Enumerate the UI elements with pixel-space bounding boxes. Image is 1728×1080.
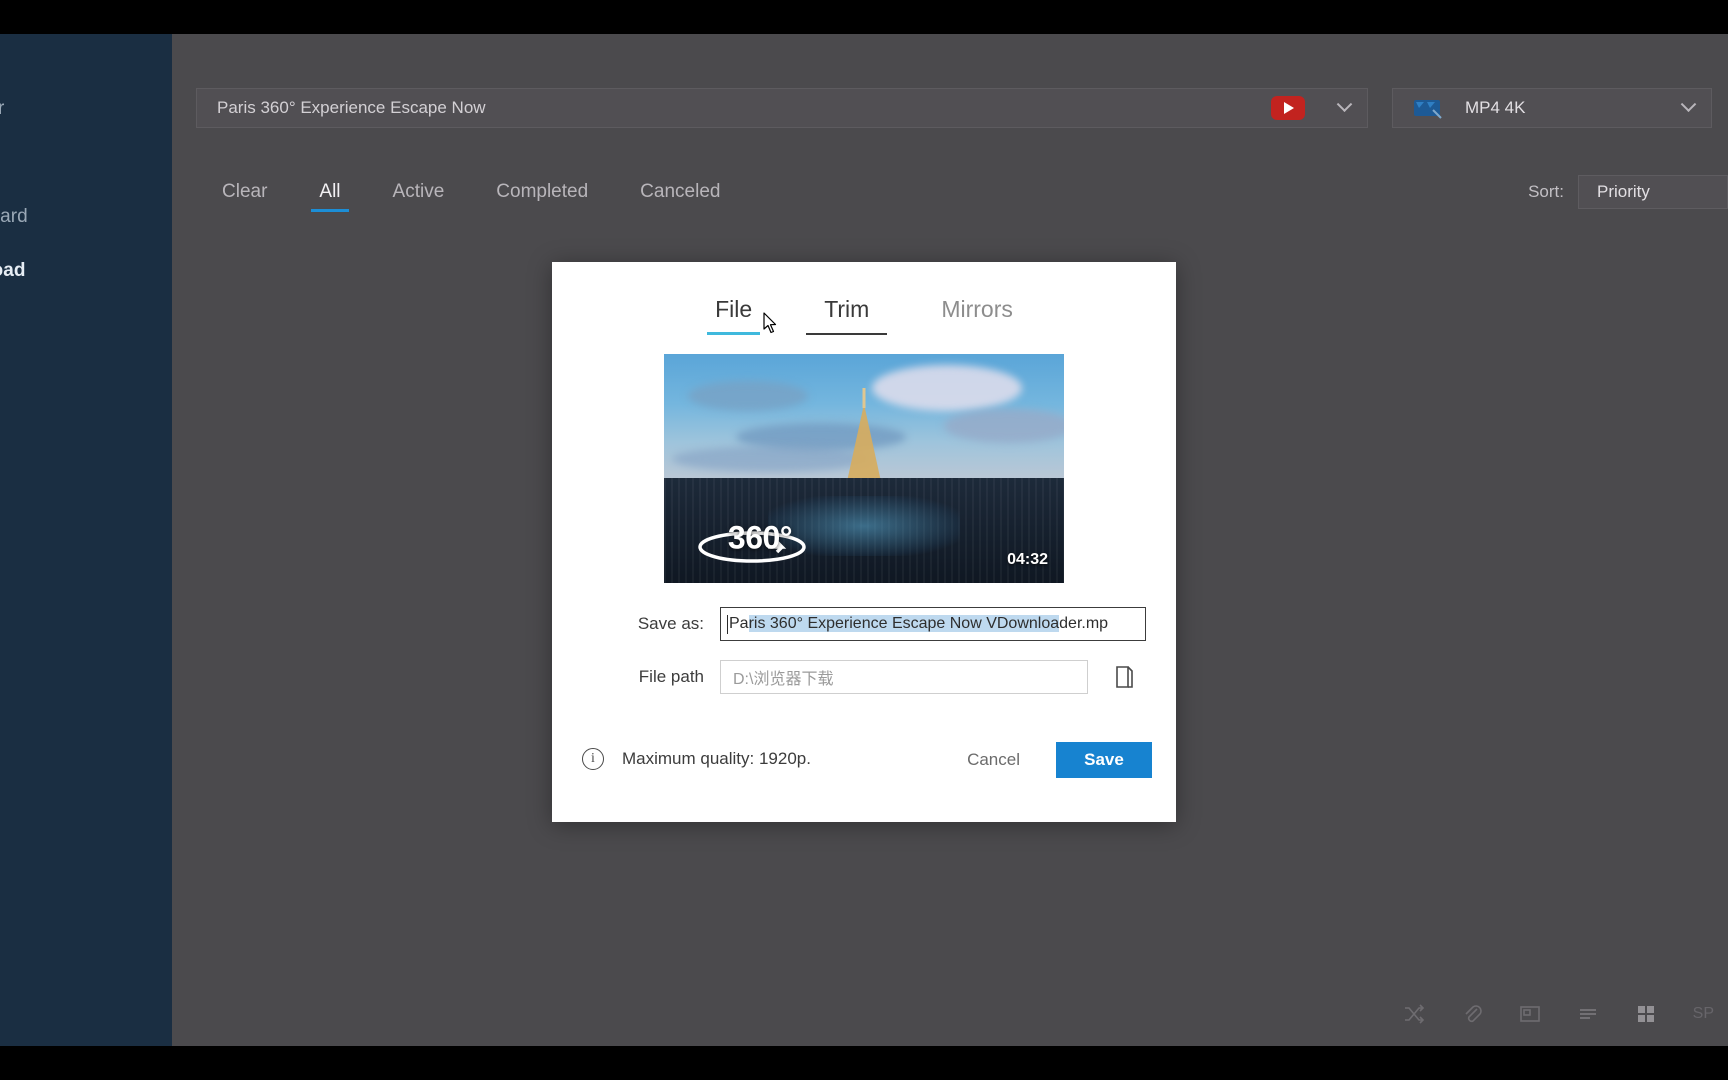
filter-tab-canceled[interactable]: Canceled bbox=[614, 166, 746, 218]
sidebar-item-browser[interactable]: Browser bbox=[0, 82, 172, 136]
file-path-input[interactable]: D:\浏览器下载 bbox=[720, 660, 1088, 694]
download-toolbar: Paris 360° Experience Escape Now MP4 4K bbox=[172, 88, 1728, 134]
sort-select[interactable]: Priority bbox=[1578, 175, 1728, 209]
screen: Browser Search Dashboard Download Feeds … bbox=[0, 0, 1728, 1080]
save-as-value: Paris 360° Experience Escape Now VDownlo… bbox=[729, 615, 1108, 633]
film-icon bbox=[1413, 96, 1443, 120]
sort-label: Sort: bbox=[1528, 182, 1564, 201]
sidebar-item-history[interactable]: History bbox=[0, 406, 172, 460]
filter-tab-label: All bbox=[319, 181, 341, 202]
dialog-tab-label: File bbox=[715, 296, 753, 322]
save-as-label: Save as: bbox=[637, 614, 704, 633]
app-window: Browser Search Dashboard Download Feeds … bbox=[0, 34, 1728, 1046]
source-dropdown-button[interactable] bbox=[1321, 88, 1367, 128]
sidebar-item-store[interactable]: Store bbox=[0, 352, 172, 406]
filter-bar: Clear All Active Completed Canceled Sort… bbox=[172, 166, 1728, 218]
save-as-row: Save as: Paris 360° Experience Escape No… bbox=[586, 607, 1146, 641]
quality-info-text: Maximum quality: 1920p. bbox=[622, 749, 811, 768]
filter-tab-active[interactable]: Active bbox=[367, 166, 471, 218]
dialog-tab-file[interactable]: File bbox=[707, 292, 761, 335]
video-thumbnail: 360° 04:32 bbox=[664, 354, 1064, 583]
paperclip-icon[interactable] bbox=[1455, 997, 1489, 1031]
360-badge-label: 360° bbox=[727, 519, 793, 556]
sidebar-item-download[interactable]: Download bbox=[0, 244, 172, 298]
sidebar-item-feeds[interactable]: Feeds bbox=[0, 298, 172, 352]
filter-tab-completed[interactable]: Completed bbox=[470, 166, 614, 218]
sort-control: Sort: Priority bbox=[1528, 166, 1728, 218]
file-path-label: File path bbox=[638, 667, 704, 686]
sidebar-item-label: Dashboard bbox=[0, 206, 28, 227]
save-as-input[interactable]: Paris 360° Experience Escape Now VDownlo… bbox=[720, 607, 1146, 641]
file-path-row: File path D:\浏览器下载 bbox=[586, 660, 1146, 694]
card-view-icon[interactable] bbox=[1513, 997, 1547, 1031]
list-view-icon[interactable] bbox=[1571, 997, 1605, 1031]
youtube-icon bbox=[1271, 96, 1305, 120]
file-path-placeholder: D:\浏览器下载 bbox=[733, 671, 834, 688]
filter-tab-clear[interactable]: Clear bbox=[196, 166, 293, 218]
save-as-value-prefix: Pa bbox=[729, 615, 749, 632]
grid-view-icon[interactable] bbox=[1629, 997, 1663, 1031]
sidebar-item-label: Browser bbox=[0, 98, 5, 119]
sidebar-items: Browser Search Dashboard Download Feeds … bbox=[0, 82, 172, 460]
dialog-tab-trim[interactable]: Trim bbox=[806, 292, 888, 335]
save-file-dialog: File Trim Mirrors 360° 04:32 Save as: Pa… bbox=[552, 262, 1176, 822]
dialog-tabs: File Trim Mirrors bbox=[552, 262, 1176, 335]
filter-tabs: Clear All Active Completed Canceled bbox=[196, 166, 746, 218]
filter-tab-label: Completed bbox=[496, 181, 589, 202]
status-bar: SP bbox=[172, 982, 1728, 1046]
url-input-group[interactable]: Paris 360° Experience Escape Now bbox=[196, 88, 1368, 128]
sidebar-item-dashboard[interactable]: Dashboard bbox=[0, 190, 172, 244]
format-value: MP4 4K bbox=[1465, 98, 1526, 117]
quality-info: i Maximum quality: 1920p. bbox=[582, 748, 811, 770]
save-button[interactable]: Save bbox=[1056, 742, 1152, 778]
filter-tab-label: Active bbox=[392, 181, 445, 202]
cancel-button[interactable]: Cancel bbox=[959, 740, 1028, 780]
dialog-tab-label: Mirrors bbox=[941, 296, 1013, 322]
url-input[interactable]: Paris 360° Experience Escape Now bbox=[197, 98, 1271, 118]
360-badge: 360° bbox=[690, 511, 830, 567]
dialog-footer: i Maximum quality: 1920p. Cancel Save bbox=[552, 712, 1176, 822]
dialog-tab-mirrors[interactable]: Mirrors bbox=[933, 292, 1021, 335]
filter-tab-label: Canceled bbox=[640, 181, 721, 202]
cloud-shape bbox=[944, 408, 1064, 443]
save-as-value-selected: ris 360° Experience Escape Now VDownloa bbox=[748, 615, 1060, 632]
sidebar-item-search[interactable]: Search bbox=[0, 136, 172, 190]
text-caret bbox=[727, 614, 728, 634]
format-select[interactable]: MP4 4K bbox=[1392, 88, 1712, 128]
shuffle-icon[interactable] bbox=[1397, 997, 1431, 1031]
dialog-tab-label: Trim bbox=[824, 296, 870, 322]
duration-badge: 04:32 bbox=[1007, 551, 1048, 568]
browse-folder-button[interactable] bbox=[1102, 660, 1146, 694]
sidebar: Browser Search Dashboard Download Feeds … bbox=[0, 34, 172, 1046]
dialog-actions: Cancel Save bbox=[959, 740, 1152, 780]
sidebar-item-label: Download bbox=[0, 260, 26, 281]
filter-tab-label: Clear bbox=[222, 181, 268, 202]
info-icon: i bbox=[582, 748, 604, 770]
format-dropdown-button[interactable] bbox=[1665, 88, 1711, 128]
save-as-value-suffix: der.mp bbox=[1059, 615, 1109, 632]
speed-text: SP bbox=[1692, 1005, 1714, 1022]
filter-tab-all[interactable]: All bbox=[293, 166, 366, 218]
